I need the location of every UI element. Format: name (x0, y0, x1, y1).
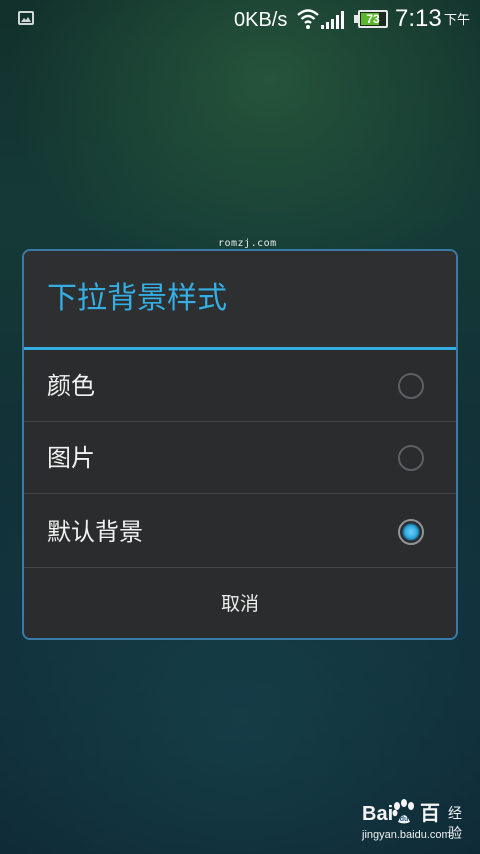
cancel-button[interactable]: 取消 (24, 569, 456, 638)
dialog-title-bar: 下拉背景样式 (24, 251, 456, 347)
signal-icon (320, 10, 346, 34)
baidu-jingyan-label: 经验 (448, 806, 462, 842)
option-image[interactable]: 图片 (24, 422, 456, 494)
baidu-logo-left: Bai (362, 803, 394, 825)
status-bar: 0KB/s 73 7:13 下午 (0, 0, 480, 38)
dialog-title: 下拉背景样式 (47, 281, 227, 316)
clock-time: 7:13 (395, 5, 442, 32)
option-default-background[interactable]: 默认背景 (24, 496, 456, 568)
svg-text:du: du (400, 816, 409, 823)
baidu-paw-icon: du (390, 798, 418, 830)
network-speed: 0KB/s (234, 9, 288, 31)
baidu-logo-right: 百 (420, 803, 440, 825)
baidu-jingyan-watermark: Bai du 百 经验 jingyan.baidu.com (362, 798, 472, 848)
pulldown-background-style-dialog: 下拉背景样式 颜色 图片 默认背景 取消 (22, 249, 458, 640)
radio-button[interactable] (398, 445, 424, 471)
battery-icon: 73 (354, 10, 388, 28)
baidu-url: jingyan.baidu.com (362, 829, 451, 841)
radio-button[interactable] (398, 519, 424, 545)
wifi-icon (296, 8, 320, 34)
option-label: 默认背景 (47, 518, 143, 546)
image-notification-icon (18, 11, 34, 25)
clock-ampm: 下午 (444, 13, 471, 28)
site-watermark: romzj.com (218, 238, 277, 249)
battery-level: 73 (366, 12, 380, 26)
option-color[interactable]: 颜色 (24, 350, 456, 422)
option-label: 颜色 (47, 372, 95, 400)
radio-button[interactable] (398, 373, 424, 399)
option-label: 图片 (47, 444, 95, 472)
